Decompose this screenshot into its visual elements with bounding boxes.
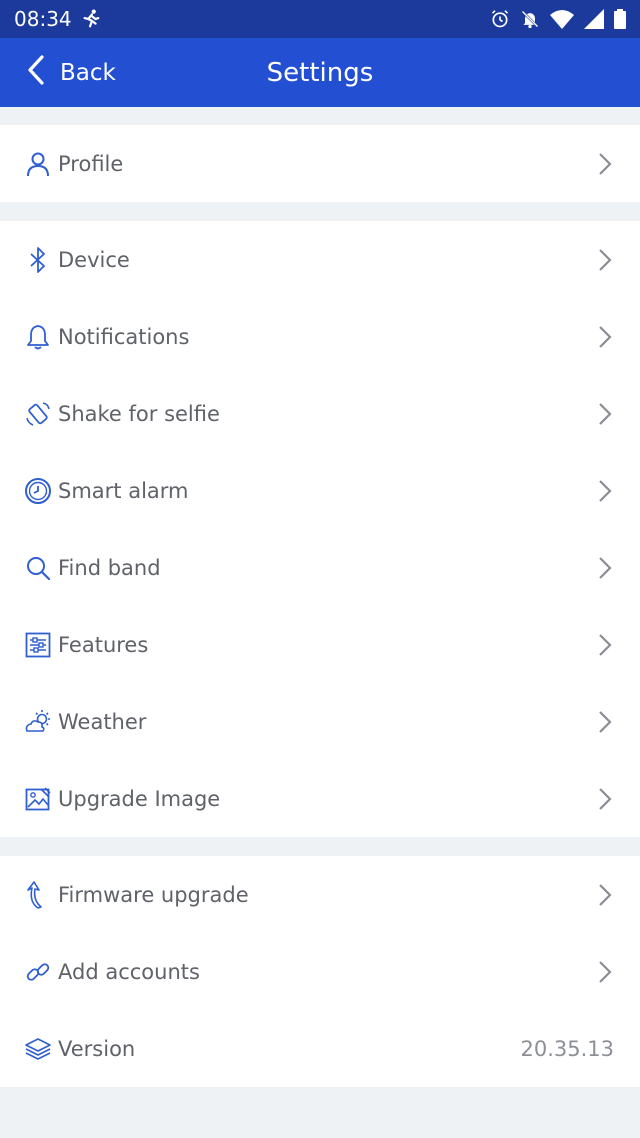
person-icon [24, 150, 52, 178]
running-icon [80, 8, 102, 30]
settings-item-weather[interactable]: Weather [0, 683, 640, 760]
shake-phone-icon [24, 400, 52, 428]
settings-item-firmware-upgrade[interactable]: Firmware upgrade [0, 856, 640, 933]
chevron-right-icon [596, 477, 614, 505]
signal-icon [584, 9, 604, 29]
bluetooth-icon [24, 246, 52, 274]
chevron-left-icon [26, 54, 46, 92]
chevron-right-icon [596, 631, 614, 659]
settings-item-label: Smart alarm [58, 478, 189, 503]
chevron-right-icon [596, 881, 614, 909]
settings-item-device[interactable]: Device [0, 221, 640, 298]
settings-item-label: Shake for selfie [58, 401, 220, 426]
settings-item-profile[interactable]: Profile [0, 125, 640, 202]
settings-item-smart-alarm[interactable]: Smart alarm [0, 452, 640, 529]
back-button[interactable]: Back [26, 38, 116, 107]
settings-item-label: Add accounts [58, 959, 200, 984]
app-bar: Back Settings [0, 38, 640, 107]
chevron-right-icon [596, 785, 614, 813]
settings-item-features[interactable]: Features [0, 606, 640, 683]
status-time: 08:34 [14, 7, 72, 31]
sliders-icon [24, 631, 52, 659]
settings-item-shake-for-selfie[interactable]: Shake for selfie [0, 375, 640, 452]
bell-icon [24, 323, 52, 351]
chevron-right-icon [596, 708, 614, 736]
battery-icon [614, 9, 626, 29]
settings-item-add-accounts[interactable]: Add accounts [0, 933, 640, 1010]
settings-item-label: Device [58, 247, 130, 272]
settings-group-account: Profile [0, 125, 640, 202]
image-icon [24, 785, 52, 813]
settings-item-label: Upgrade Image [58, 786, 221, 811]
settings-item-label: Notifications [58, 324, 190, 349]
settings-item-label: Find band [58, 555, 161, 580]
settings-item-version: Version 20.35.13 [0, 1010, 640, 1087]
clock-icon [24, 477, 52, 505]
settings-item-label: Features [58, 632, 149, 657]
settings-item-find-band[interactable]: Find band [0, 529, 640, 606]
settings-item-label: Profile [58, 151, 124, 176]
chevron-right-icon [596, 150, 614, 178]
back-label: Back [60, 59, 116, 86]
layers-icon [24, 1035, 52, 1063]
weather-icon [24, 708, 52, 736]
version-value: 20.35.13 [520, 1036, 614, 1061]
settings-item-notifications[interactable]: Notifications [0, 298, 640, 375]
chevron-right-icon [596, 554, 614, 582]
link-icon [24, 958, 52, 986]
settings-item-label: Weather [58, 709, 147, 734]
chevron-right-icon [596, 323, 614, 351]
settings-item-label: Firmware upgrade [58, 882, 249, 907]
settings-item-upgrade-image[interactable]: Upgrade Image [0, 760, 640, 837]
chevron-right-icon [596, 958, 614, 986]
settings-group-device: Device Notifications Shake for selfie Sm… [0, 221, 640, 837]
search-icon [24, 554, 52, 582]
chevron-right-icon [596, 246, 614, 274]
alarm-icon [490, 9, 510, 29]
chevron-right-icon [596, 400, 614, 428]
bell-off-icon [520, 9, 540, 29]
wifi-icon [550, 9, 574, 29]
status-bar: 08:34 [0, 0, 640, 38]
upgrade-arrow-icon [24, 880, 52, 909]
settings-item-label: Version [58, 1036, 136, 1061]
settings-group-system: Firmware upgrade Add accounts Version 20… [0, 856, 640, 1087]
